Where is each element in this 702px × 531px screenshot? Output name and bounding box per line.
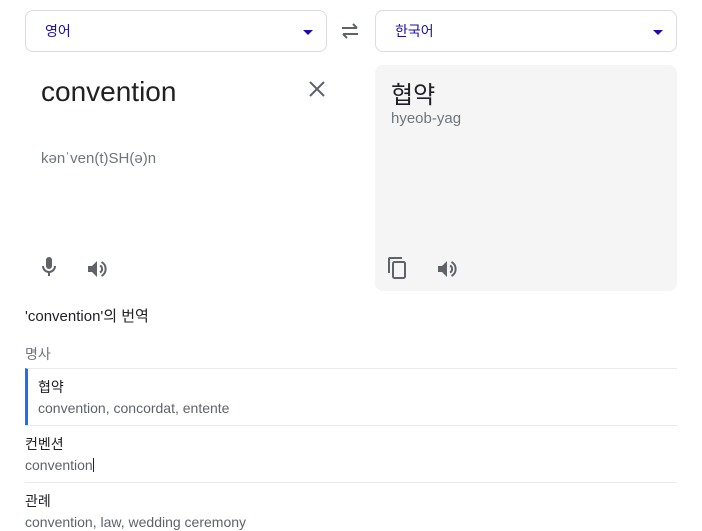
chevron-down-icon [653,30,663,35]
source-text-panel[interactable]: convention kənˈven(t)SH(ə)n [25,65,335,291]
translation-romanization: hyeob-yag [391,110,462,127]
clear-source-button[interactable] [305,77,329,101]
dictionary-entry[interactable]: 협약 convention, concordat, entente [25,368,677,425]
source-text-input[interactable]: convention [41,76,176,108]
dictionary-entries: 협약 convention, concordat, entente 컨벤션 co… [25,368,677,531]
speaker-icon [88,261,107,277]
source-phonetic: kənˈven(t)SH(ə)n [41,150,157,167]
swap-languages-icon [342,23,358,39]
entry-synonyms: convention [25,456,677,474]
speaker-icon [438,261,457,277]
chevron-down-icon [303,30,313,35]
dictionary-entry[interactable]: 컨벤션 convention [25,425,677,482]
part-of-speech-label: 명사 [25,346,51,362]
swap-languages-button[interactable] [338,20,362,42]
source-language-label: 영어 [45,23,71,39]
entry-word: 협약 [38,379,64,395]
entry-word: 컨벤션 [25,436,64,452]
entry-synonyms: convention, concordat, entente [38,400,230,416]
entry-word: 관례 [25,493,51,509]
microphone-icon [42,257,56,276]
close-icon [309,81,325,97]
translation-text: 협약 [391,82,436,109]
listen-translation-button[interactable] [435,257,459,281]
copy-translation-button[interactable] [386,256,410,280]
dictionary-entry[interactable]: 관례 convention, law, wedding ceremony [25,482,677,531]
source-language-select[interactable]: 영어 [25,10,327,52]
voice-input-button[interactable] [37,255,61,279]
entry-synonyms: convention, law, wedding ceremony [25,514,247,530]
listen-source-button[interactable] [85,257,109,281]
target-language-label: 한국어 [395,23,434,39]
translation-panel: 협약 hyeob-yag [375,65,677,291]
dictionary-heading: 'convention'의 번역 [25,308,149,325]
entry-synonyms-text: convention [25,457,93,473]
text-cursor [92,458,94,472]
copy-icon [388,257,406,279]
target-language-select[interactable]: 한국어 [375,10,677,52]
